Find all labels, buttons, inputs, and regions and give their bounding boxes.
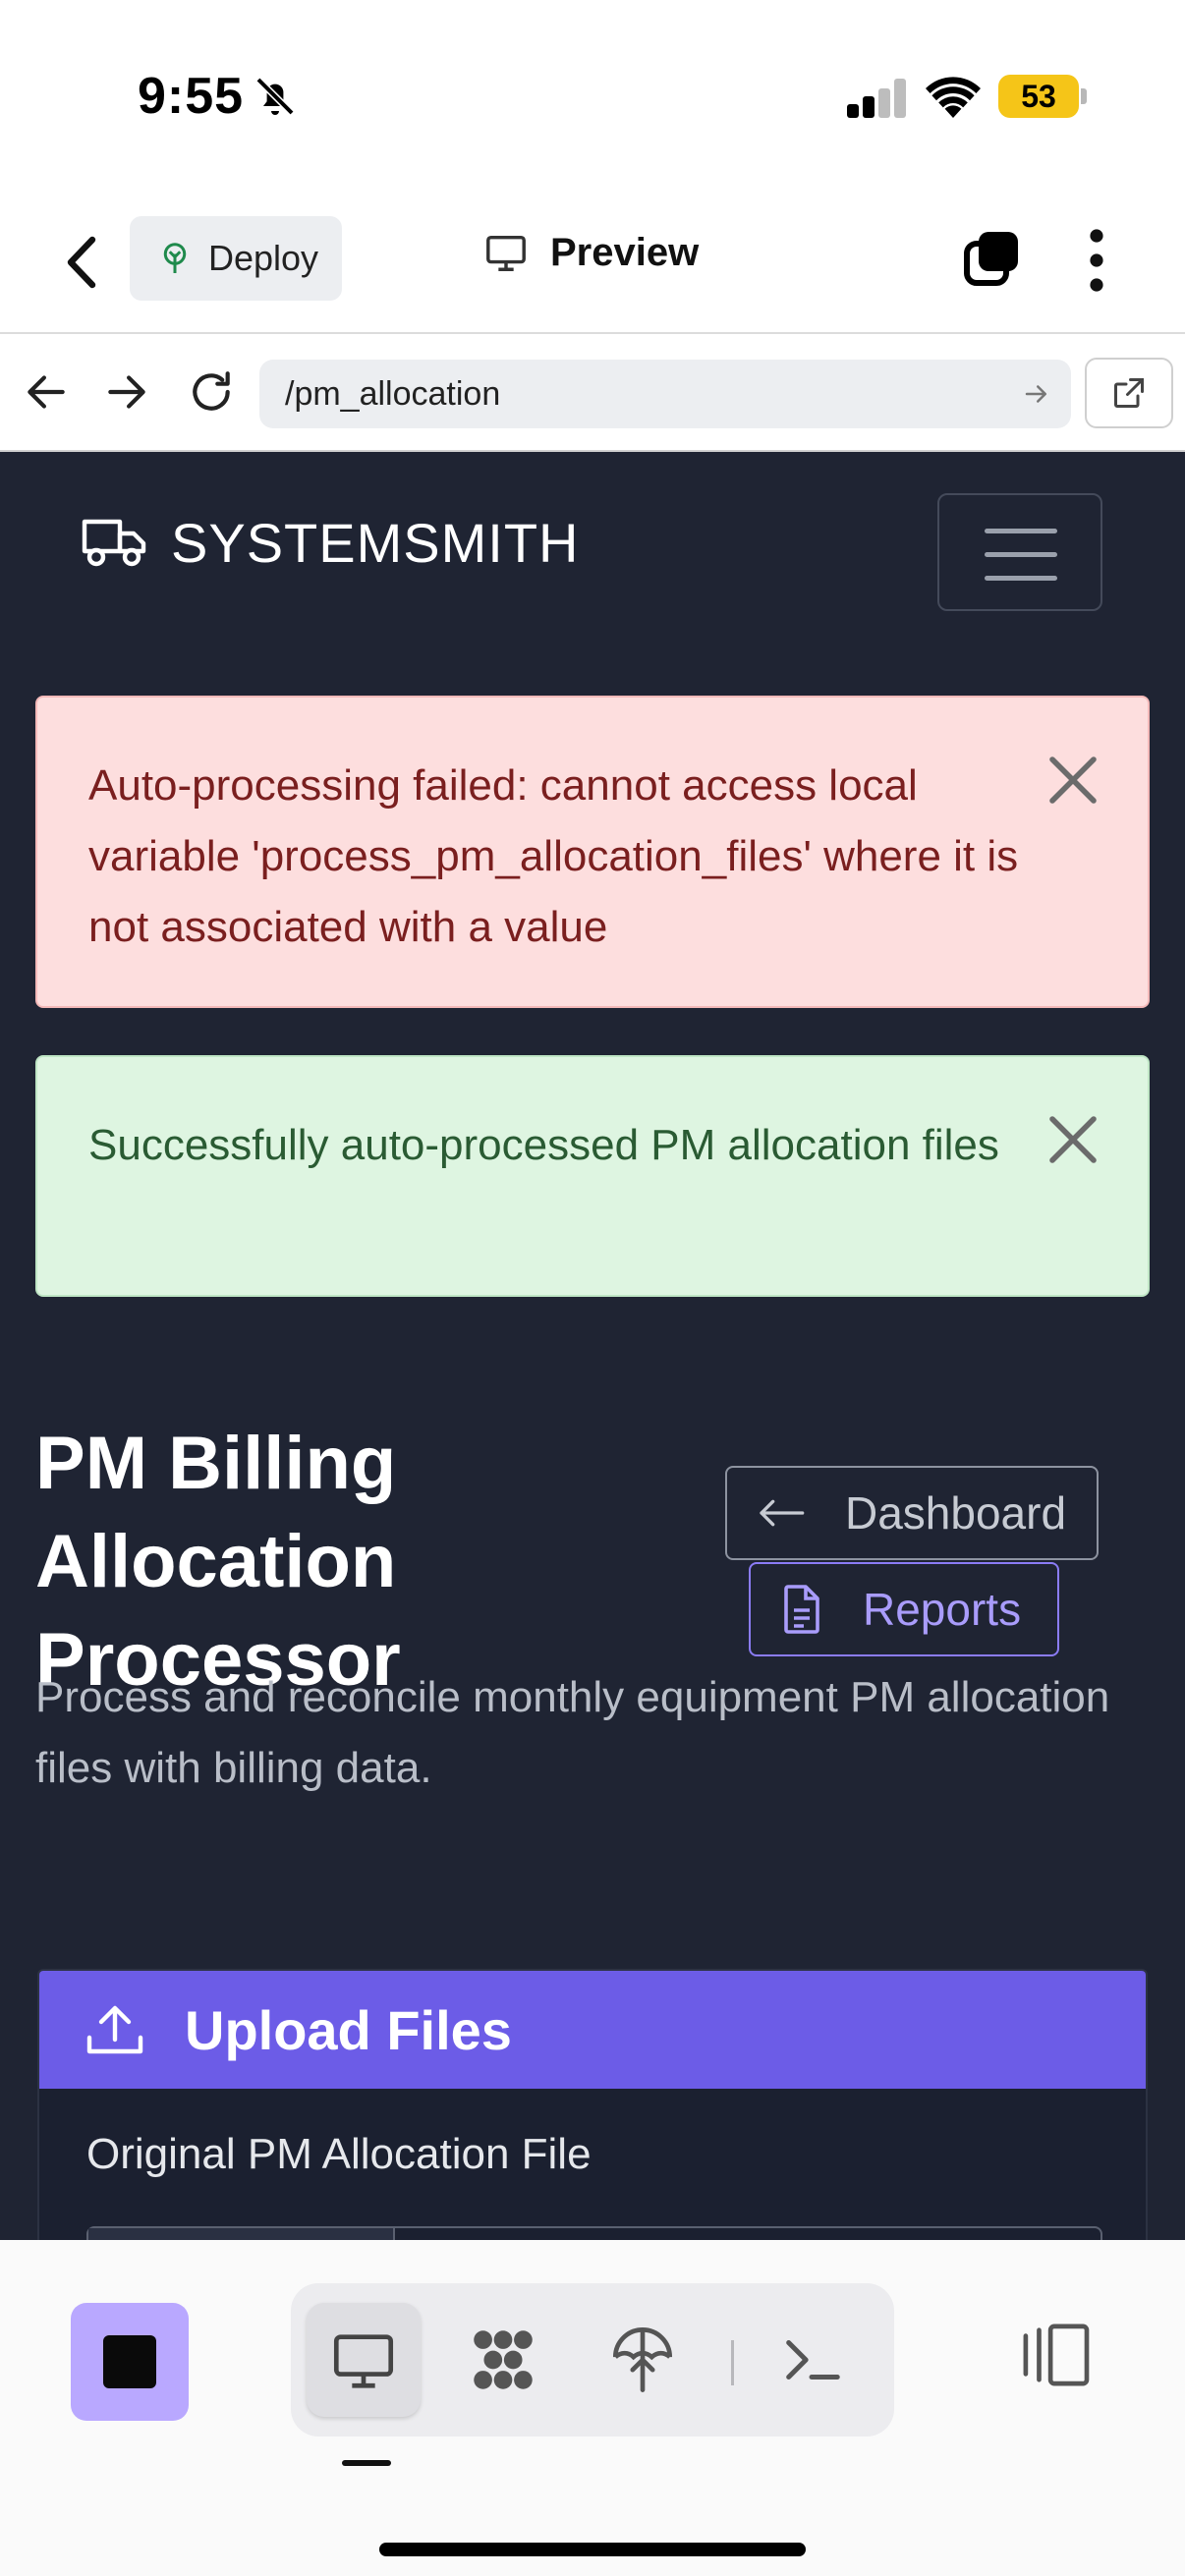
url-input[interactable]: /pm_allocation <box>259 360 1071 428</box>
wifi-icon <box>926 77 981 118</box>
original-file-input[interactable] <box>86 2226 1102 2240</box>
terminal-tool-button[interactable] <box>755 2303 869 2417</box>
truck-icon <box>82 519 146 566</box>
publish-icon <box>612 2327 673 2392</box>
tabs-icon[interactable] <box>961 228 1024 291</box>
stop-button[interactable] <box>71 2303 189 2421</box>
nodes-tool-button[interactable] <box>446 2303 560 2417</box>
active-tab-indicator <box>342 2460 391 2466</box>
back-chevron-icon[interactable] <box>57 232 106 293</box>
web-preview: SYSTEMSMITH Auto-processing failed: cann… <box>0 452 1185 2240</box>
choose-file-button[interactable] <box>88 2228 395 2240</box>
publish-tool-button[interactable] <box>586 2303 700 2417</box>
signal-icon <box>847 79 906 118</box>
kebab-menu-icon[interactable] <box>1077 226 1116 295</box>
home-indicator <box>379 2543 806 2556</box>
battery-indicator: 53 <box>998 75 1079 118</box>
monitor-icon <box>333 2334 394 2388</box>
nodes-icon <box>474 2330 533 2389</box>
status-bar: 9:55 53 <box>0 0 1185 196</box>
upload-card-header: Upload Files <box>39 1971 1146 2089</box>
deploy-icon <box>163 243 187 273</box>
brand-name: SYSTEMSMITH <box>171 512 580 574</box>
preview-title: Preview <box>483 230 699 275</box>
error-alert: Auto-processing failed: cannot access lo… <box>35 696 1150 1008</box>
preview-tool-button[interactable] <box>307 2303 421 2417</box>
success-alert: Successfully auto-processed PM allocatio… <box>35 1055 1150 1297</box>
go-arrow-icon[interactable] <box>1022 379 1051 409</box>
battery-cap <box>1081 88 1087 104</box>
deploy-label: Deploy <box>208 238 319 278</box>
navbar-brand[interactable]: SYSTEMSMITH <box>81 511 579 575</box>
hamburger-line <box>985 576 1057 581</box>
app-top-bar: Deploy Preview <box>0 196 1185 334</box>
tool-separator <box>731 2340 734 2385</box>
upload-card: Upload Files Original PM Allocation File <box>37 1969 1148 2240</box>
reports-label: Reports <box>863 1584 1022 1635</box>
reports-button[interactable]: Reports <box>749 1562 1059 1656</box>
upload-icon <box>86 2005 143 2054</box>
close-icon[interactable] <box>1045 753 1100 808</box>
original-file-label: Original PM Allocation File <box>86 2130 592 2178</box>
error-alert-text: Auto-processing failed: cannot access lo… <box>88 761 1019 951</box>
stop-icon <box>103 2335 156 2388</box>
browser-url-bar: /pm_allocation <box>0 334 1185 452</box>
reload-icon[interactable] <box>187 367 236 417</box>
page-subtitle: Process and reconcile monthly equipment … <box>35 1673 1110 1792</box>
bottom-toolbar <box>0 2240 1185 2576</box>
open-external-button[interactable] <box>1085 358 1173 428</box>
close-icon[interactable] <box>1045 1112 1100 1167</box>
dashboard-label: Dashboard <box>845 1487 1067 1539</box>
terminal-icon <box>786 2340 840 2380</box>
dashboard-button[interactable]: Dashboard <box>725 1466 1099 1560</box>
tool-group <box>291 2283 894 2436</box>
arrow-left-icon[interactable] <box>22 367 71 417</box>
upload-header-title: Upload Files <box>185 1998 512 2061</box>
arrow-left-icon <box>760 1499 805 1527</box>
panes-icon[interactable] <box>1016 2323 1093 2387</box>
status-time: 9:55 <box>138 68 245 125</box>
url-text: /pm_allocation <box>285 374 501 413</box>
success-alert-text: Successfully auto-processed PM allocatio… <box>88 1121 999 1169</box>
hamburger-menu-button[interactable] <box>937 493 1102 611</box>
monitor-icon <box>486 235 526 271</box>
file-icon <box>784 1585 819 1634</box>
arrow-right-icon[interactable] <box>102 367 151 417</box>
hamburger-line <box>985 552 1057 557</box>
open-external-icon <box>1114 378 1144 408</box>
deploy-button[interactable]: Deploy <box>130 216 342 301</box>
bell-off-icon <box>255 77 295 116</box>
preview-label: Preview <box>550 230 700 274</box>
hamburger-line <box>985 529 1057 533</box>
